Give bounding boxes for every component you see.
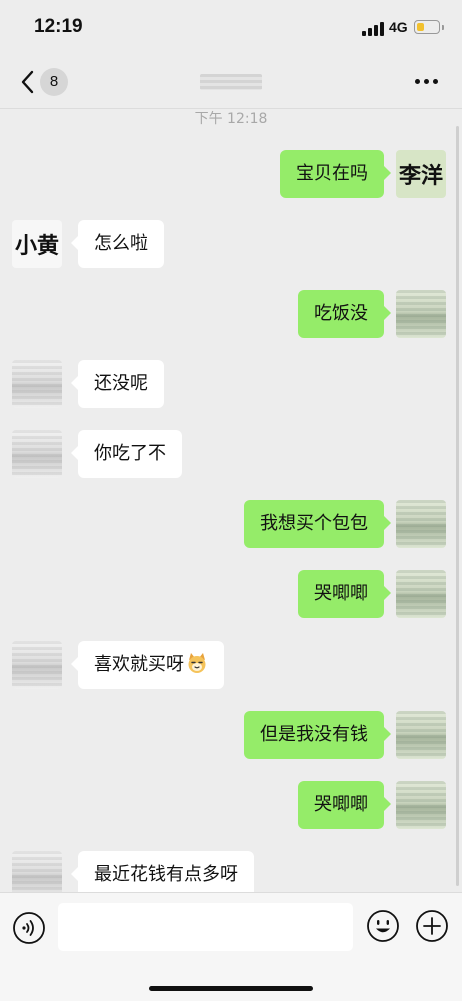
message-text: 宝贝在吗 [296, 163, 368, 184]
voice-icon[interactable] [12, 911, 46, 945]
sent-message-bubble[interactable]: 吃饭没 [298, 290, 391, 338]
my-avatar[interactable]: 李洋 [396, 150, 446, 198]
message-row: 我想买个包包 [0, 500, 462, 548]
my-avatar-blurred[interactable] [396, 500, 446, 548]
battery-level-fill [417, 23, 424, 31]
unread-count-badge[interactable]: 8 [40, 68, 68, 96]
sent-message-bubble[interactable]: 哭唧唧 [298, 570, 391, 618]
message-text: 还没呢 [94, 373, 148, 394]
cat-face-emoji [188, 653, 206, 673]
message-row: 喜欢就买呀 [0, 641, 462, 689]
message-text: 怎么啦 [94, 233, 148, 254]
sent-message-bubble[interactable]: 宝贝在吗 [280, 150, 391, 198]
more-dots-icon[interactable] [414, 76, 440, 86]
friend-avatar-blurred[interactable] [12, 430, 62, 478]
message-text: 你吃了不 [94, 443, 166, 464]
friend-avatar-blurred[interactable] [12, 360, 62, 408]
message-text: 最近花钱有点多呀 [94, 864, 238, 885]
input-bar [0, 892, 462, 1001]
chat-header: 8 [0, 56, 462, 109]
my-avatar-blurred[interactable] [396, 711, 446, 759]
message-timestamp: 下午 12:18 [194, 111, 268, 127]
received-message-bubble[interactable]: 还没呢 [71, 360, 164, 408]
message-text: 吃饭没 [314, 303, 368, 324]
sent-message-bubble[interactable]: 我想买个包包 [244, 500, 391, 548]
message-text: 哭唧唧 [314, 583, 368, 604]
plus-icon[interactable] [415, 909, 449, 943]
network-type: 4G [389, 19, 408, 35]
message-text: 我想买个包包 [260, 513, 368, 534]
message-row: 还没呢 [0, 360, 462, 408]
message-row: 李洋 宝贝在吗 [0, 150, 462, 198]
sent-message-bubble[interactable]: 哭唧唧 [298, 781, 391, 829]
status-time: 12:19 [34, 16, 83, 37]
my-avatar-blurred[interactable] [396, 781, 446, 829]
message-text: 哭唧唧 [314, 794, 368, 815]
my-avatar-blurred[interactable] [396, 290, 446, 338]
received-message-bubble[interactable]: 你吃了不 [71, 430, 182, 478]
friend-avatar-blurred[interactable] [12, 641, 62, 689]
message-row: 你吃了不 [0, 430, 462, 478]
received-message-bubble[interactable]: 喜欢就买呀 [71, 641, 224, 689]
chat-title-blurred [200, 74, 262, 90]
avatar-name: 小黄 [14, 233, 59, 259]
message-row: 哭唧唧 [0, 570, 462, 618]
signal-icon [362, 22, 384, 36]
home-indicator [149, 986, 313, 991]
message-row: 吃饭没 [0, 290, 462, 338]
emoji-icon[interactable] [366, 909, 400, 943]
message-row: 但是我没有钱 [0, 711, 462, 759]
friend-avatar[interactable]: 小黄 [12, 220, 62, 268]
chevron-left-icon[interactable] [18, 68, 40, 96]
message-row: 小黄 怎么啦 [0, 220, 462, 268]
status-bar: 12:19 4G [0, 0, 462, 56]
sent-message-bubble[interactable]: 但是我没有钱 [244, 711, 391, 759]
received-message-bubble[interactable]: 怎么啦 [71, 220, 164, 268]
message-text: 喜欢就买呀 [94, 654, 184, 675]
scrollbar[interactable] [456, 126, 459, 886]
message-text: 但是我没有钱 [260, 724, 368, 745]
message-input[interactable] [58, 903, 353, 951]
message-row: 哭唧唧 [0, 781, 462, 829]
avatar-name: 李洋 [398, 163, 443, 189]
battery-icon [414, 20, 444, 34]
my-avatar-blurred[interactable] [396, 570, 446, 618]
